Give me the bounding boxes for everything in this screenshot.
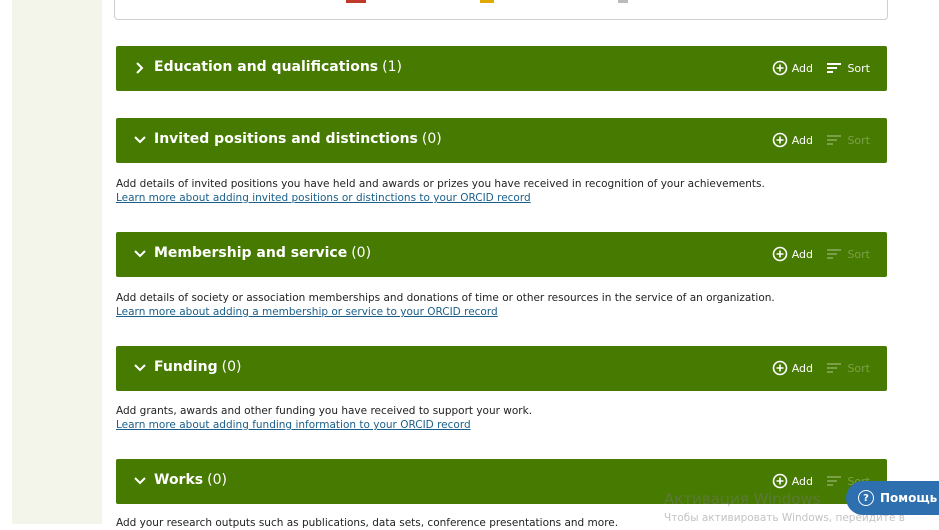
- sort-icon: [827, 476, 842, 486]
- section-title-membership: Membership and service (0): [154, 245, 371, 261]
- section-header-funding[interactable]: Funding (0) Add Sort: [116, 346, 887, 391]
- add-button[interactable]: Add: [772, 472, 813, 490]
- help-label: Помощь: [880, 491, 938, 505]
- section-description-invited: Add details of invited positions you hav…: [116, 177, 896, 205]
- sort-label: Sort: [847, 361, 870, 375]
- left-rail: [12, 0, 102, 524]
- sort-icon: [827, 63, 842, 73]
- chevron-down-icon[interactable]: [132, 473, 148, 489]
- section-count: (0): [221, 359, 242, 375]
- add-label: Add: [791, 61, 813, 75]
- top-edge-mark-2: [480, 0, 494, 3]
- chevron-down-icon[interactable]: [132, 360, 148, 376]
- sort-label: Sort: [847, 247, 870, 261]
- sort-icon: [827, 135, 842, 145]
- section-title-education: Education and qualifications (1): [154, 59, 402, 75]
- chevron-right-icon[interactable]: [132, 60, 148, 76]
- description-text: Add details of invited positions you hav…: [116, 178, 765, 190]
- sort-label: Sort: [847, 61, 870, 75]
- add-circle-icon: [772, 132, 788, 148]
- sort-icon: [827, 249, 842, 259]
- add-circle-icon: [772, 60, 788, 76]
- section-name: Invited positions and distinctions: [154, 131, 418, 147]
- add-button[interactable]: Add: [772, 245, 813, 263]
- section-description-membership: Add details of society or association me…: [116, 291, 896, 319]
- section-title-invited: Invited positions and distinctions (0): [154, 131, 442, 147]
- learn-more-link[interactable]: Learn more about adding invited position…: [116, 191, 896, 205]
- section-count: (0): [207, 472, 227, 488]
- add-button[interactable]: Add: [772, 359, 813, 377]
- learn-more-link[interactable]: Learn more about adding funding informat…: [116, 418, 896, 432]
- section-title-works: Works (0): [154, 472, 227, 488]
- learn-more-link[interactable]: Learn more about adding a membership or …: [116, 305, 896, 319]
- top-edge-mark-3: [618, 0, 628, 3]
- sort-button[interactable]: Sort: [826, 59, 870, 77]
- description-text: Add grants, awards and other funding you…: [116, 405, 533, 417]
- add-circle-icon: [772, 360, 788, 376]
- add-button[interactable]: Add: [772, 59, 813, 77]
- section-name: Works: [154, 472, 204, 488]
- section-title-funding: Funding (0): [154, 359, 241, 375]
- sort-icon: [827, 363, 842, 373]
- section-count: (0): [351, 245, 372, 261]
- help-button[interactable]: ? Помощь: [846, 481, 939, 515]
- section-header-education[interactable]: Education and qualifications (1) Add Sort: [116, 46, 887, 91]
- description-text: Add your research outputs such as public…: [116, 517, 619, 529]
- sort-button[interactable]: Sort: [826, 131, 870, 149]
- section-header-invited[interactable]: Invited positions and distinctions (0) Ad…: [116, 118, 887, 163]
- top-edge-marks: [346, 0, 366, 3]
- add-label: Add: [791, 133, 813, 147]
- section-name: Membership and service: [154, 245, 348, 261]
- add-label: Add: [791, 474, 813, 488]
- chevron-down-icon[interactable]: [132, 246, 148, 262]
- add-circle-icon: [772, 246, 788, 262]
- add-label: Add: [791, 361, 813, 375]
- section-count: (1): [382, 59, 402, 75]
- previous-section-card: [114, 0, 888, 20]
- section-name: Education and qualifications: [154, 59, 379, 75]
- section-name: Funding: [154, 359, 218, 375]
- section-description-funding: Add grants, awards and other funding you…: [116, 404, 896, 432]
- chevron-down-icon[interactable]: [132, 132, 148, 148]
- add-circle-icon: [772, 473, 788, 489]
- sort-label: Sort: [847, 133, 870, 147]
- add-button[interactable]: Add: [772, 131, 813, 149]
- windows-activation-watermark-title: Активация Windows: [664, 490, 821, 508]
- sort-button[interactable]: Sort: [826, 359, 870, 377]
- question-icon: ?: [858, 490, 874, 506]
- section-count: (0): [421, 131, 442, 147]
- description-text: Add details of society or association me…: [116, 292, 775, 304]
- sort-button[interactable]: Sort: [826, 245, 870, 263]
- section-header-membership[interactable]: Membership and service (0) Add Sort: [116, 232, 887, 277]
- add-label: Add: [791, 247, 813, 261]
